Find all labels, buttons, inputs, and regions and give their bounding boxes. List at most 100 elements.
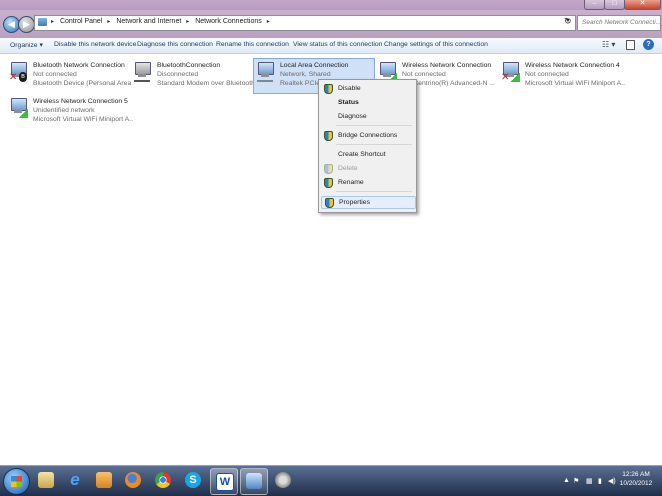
close-button[interactable]: ✕ — [624, 0, 661, 10]
window-title-bar: – □ ✕ — [0, 0, 662, 10]
uac-shield-icon — [324, 164, 333, 174]
connection-name: Bluetooth Network Connection — [33, 62, 125, 69]
connection-item-wireless-4[interactable]: ✕ Wireless Network Connection 4 Not conn… — [499, 59, 627, 93]
connection-status: Not connected — [33, 71, 77, 78]
breadcrumb-network-and-internet[interactable]: Network and Internet — [116, 18, 181, 25]
menu-separator — [336, 191, 412, 192]
command-toolbar: Organize ▾ Disable this network device D… — [0, 38, 662, 54]
breadcrumb-control-panel[interactable]: Control Panel — [60, 18, 102, 25]
views-icon[interactable]: ☷ ▾ — [602, 40, 615, 49]
connection-device: (R) Centrino(R) Advanced-N ... — [402, 80, 495, 87]
clock-date: 10/20/2012 — [619, 480, 653, 487]
network-app-icon — [96, 472, 112, 488]
network-adapter-icon: ✕ ʙ — [9, 62, 29, 83]
connection-item-bluetooth-network[interactable]: ✕ ʙ Bluetooth Network Connection Not con… — [7, 59, 133, 93]
taskbar-word[interactable]: W — [210, 468, 238, 495]
forward-button[interactable]: ▶ — [18, 16, 35, 33]
network-tray-icon[interactable]: ▦ — [586, 477, 593, 485]
rename-button[interactable]: Rename this connection — [216, 41, 289, 48]
menu-item-bridge-connections[interactable]: Bridge Connections — [321, 130, 414, 141]
modem-icon — [134, 74, 150, 82]
taskbar-chrome[interactable] — [150, 468, 176, 493]
battery-icon[interactable]: ▮ — [598, 477, 602, 485]
menu-item-status[interactable]: Status — [321, 97, 414, 108]
connection-status: Unidentified network — [33, 107, 95, 114]
clock-time: 12:26 AM — [622, 471, 650, 478]
bluetooth-icon: ʙ — [19, 72, 27, 82]
address-bar[interactable]: ▸ Control Panel ▸ Network and Internet ▸… — [34, 15, 576, 31]
taskbar-explorer[interactable] — [33, 468, 59, 493]
connection-device: Standard Modem over Bluetooth ... — [157, 80, 257, 87]
menu-item-properties[interactable]: Properties — [321, 196, 416, 209]
preview-pane-icon[interactable] — [626, 40, 635, 50]
connection-name: Wireless Network Connection — [402, 62, 492, 69]
menu-item-rename[interactable]: Rename — [321, 177, 414, 188]
connection-name: Wireless Network Connection 5 — [33, 98, 128, 105]
minimize-button[interactable]: – — [584, 0, 605, 10]
disable-device-button[interactable]: Disable this network device — [54, 41, 136, 48]
menu-item-diagnose[interactable]: Diagnose — [321, 111, 414, 122]
control-panel-icon — [38, 18, 47, 26]
menu-item-create-shortcut[interactable]: Create Shortcut — [321, 149, 414, 160]
show-hidden-icons[interactable]: ▲ — [563, 477, 570, 484]
taskbar-utility[interactable] — [270, 468, 296, 493]
signal-bars-icon — [510, 73, 520, 82]
chevron-right-icon: ▸ — [186, 19, 190, 25]
menu-separator — [336, 125, 412, 126]
network-cable-icon — [257, 74, 273, 82]
organize-menu[interactable]: Organize ▾ — [10, 41, 43, 49]
error-x-icon: ✕ — [501, 72, 510, 83]
network-connections-icon — [246, 473, 262, 489]
connection-item-wireless-5[interactable]: Wireless Network Connection 5 Unidentifi… — [7, 95, 133, 129]
uac-shield-icon — [325, 198, 334, 208]
taskbar-firefox[interactable] — [120, 468, 146, 493]
menu-item-delete: Delete — [321, 163, 414, 174]
refresh-button[interactable]: ↻ — [564, 16, 572, 27]
diagnose-button[interactable]: Diagnose this connection — [137, 41, 213, 48]
uac-shield-icon — [324, 84, 333, 94]
connection-status: Not connected — [402, 71, 446, 78]
network-adapter-icon — [133, 62, 153, 82]
connection-item-bluetooth-modem[interactable]: BluetoothConnection Disconnected Standar… — [131, 59, 257, 93]
chevron-right-icon: ▸ — [107, 19, 111, 25]
connection-device: Bluetooth Device (Personal Area ... — [33, 80, 133, 87]
taskbar-network-app[interactable] — [91, 468, 117, 493]
start-button[interactable] — [3, 468, 30, 495]
breadcrumb: ▸ Control Panel ▸ Network and Internet ▸… — [51, 18, 274, 25]
uac-shield-icon — [324, 178, 333, 188]
view-status-button[interactable]: View status of this connection — [293, 41, 382, 48]
action-center-flag-icon[interactable]: ⚑ — [573, 477, 579, 485]
connection-name: Local Area Connection — [280, 62, 349, 69]
change-settings-button[interactable]: Change settings of this connection — [384, 41, 488, 48]
context-menu: Disable Status Diagnose Bridge Connectio… — [318, 79, 417, 213]
help-icon[interactable]: ? — [643, 39, 654, 50]
menu-item-disable[interactable]: Disable — [321, 83, 414, 94]
chevron-right-icon: ▸ — [266, 19, 270, 25]
skype-icon: S — [185, 472, 201, 488]
taskbar-network-connections[interactable] — [240, 468, 268, 495]
chevron-right-icon: ▸ — [51, 19, 55, 25]
connection-status: Not connected — [525, 71, 569, 78]
error-x-icon: ✕ — [9, 72, 18, 83]
network-adapter-icon: ✕ — [501, 62, 521, 83]
connection-status: Network, Shared — [280, 71, 331, 78]
taskbar-internet-explorer[interactable]: e — [62, 468, 88, 493]
maximize-button[interactable]: □ — [604, 0, 625, 10]
firefox-icon — [125, 472, 141, 488]
taskbar-skype[interactable]: S — [180, 468, 206, 493]
ie-icon: e — [70, 470, 80, 489]
search-placeholder: Search Network Connecti... — [582, 19, 662, 26]
chrome-icon — [155, 472, 171, 488]
connection-status: Disconnected — [157, 71, 199, 78]
uac-shield-icon — [324, 131, 333, 141]
folder-icon — [38, 472, 54, 488]
search-input[interactable]: Search Network Connecti... — [577, 15, 661, 31]
connection-name: BluetoothConnection — [157, 62, 221, 69]
word-icon: W — [216, 473, 234, 491]
breadcrumb-network-connections[interactable]: Network Connections — [195, 18, 262, 25]
connection-device: Microsoft Virtual WiFi Miniport A... — [33, 116, 133, 123]
signal-bars-icon — [18, 109, 28, 118]
clock[interactable]: 12:26 AM 10/20/2012 — [611, 470, 661, 488]
connection-name: Wireless Network Connection 4 — [525, 62, 620, 69]
menu-separator — [336, 144, 412, 145]
